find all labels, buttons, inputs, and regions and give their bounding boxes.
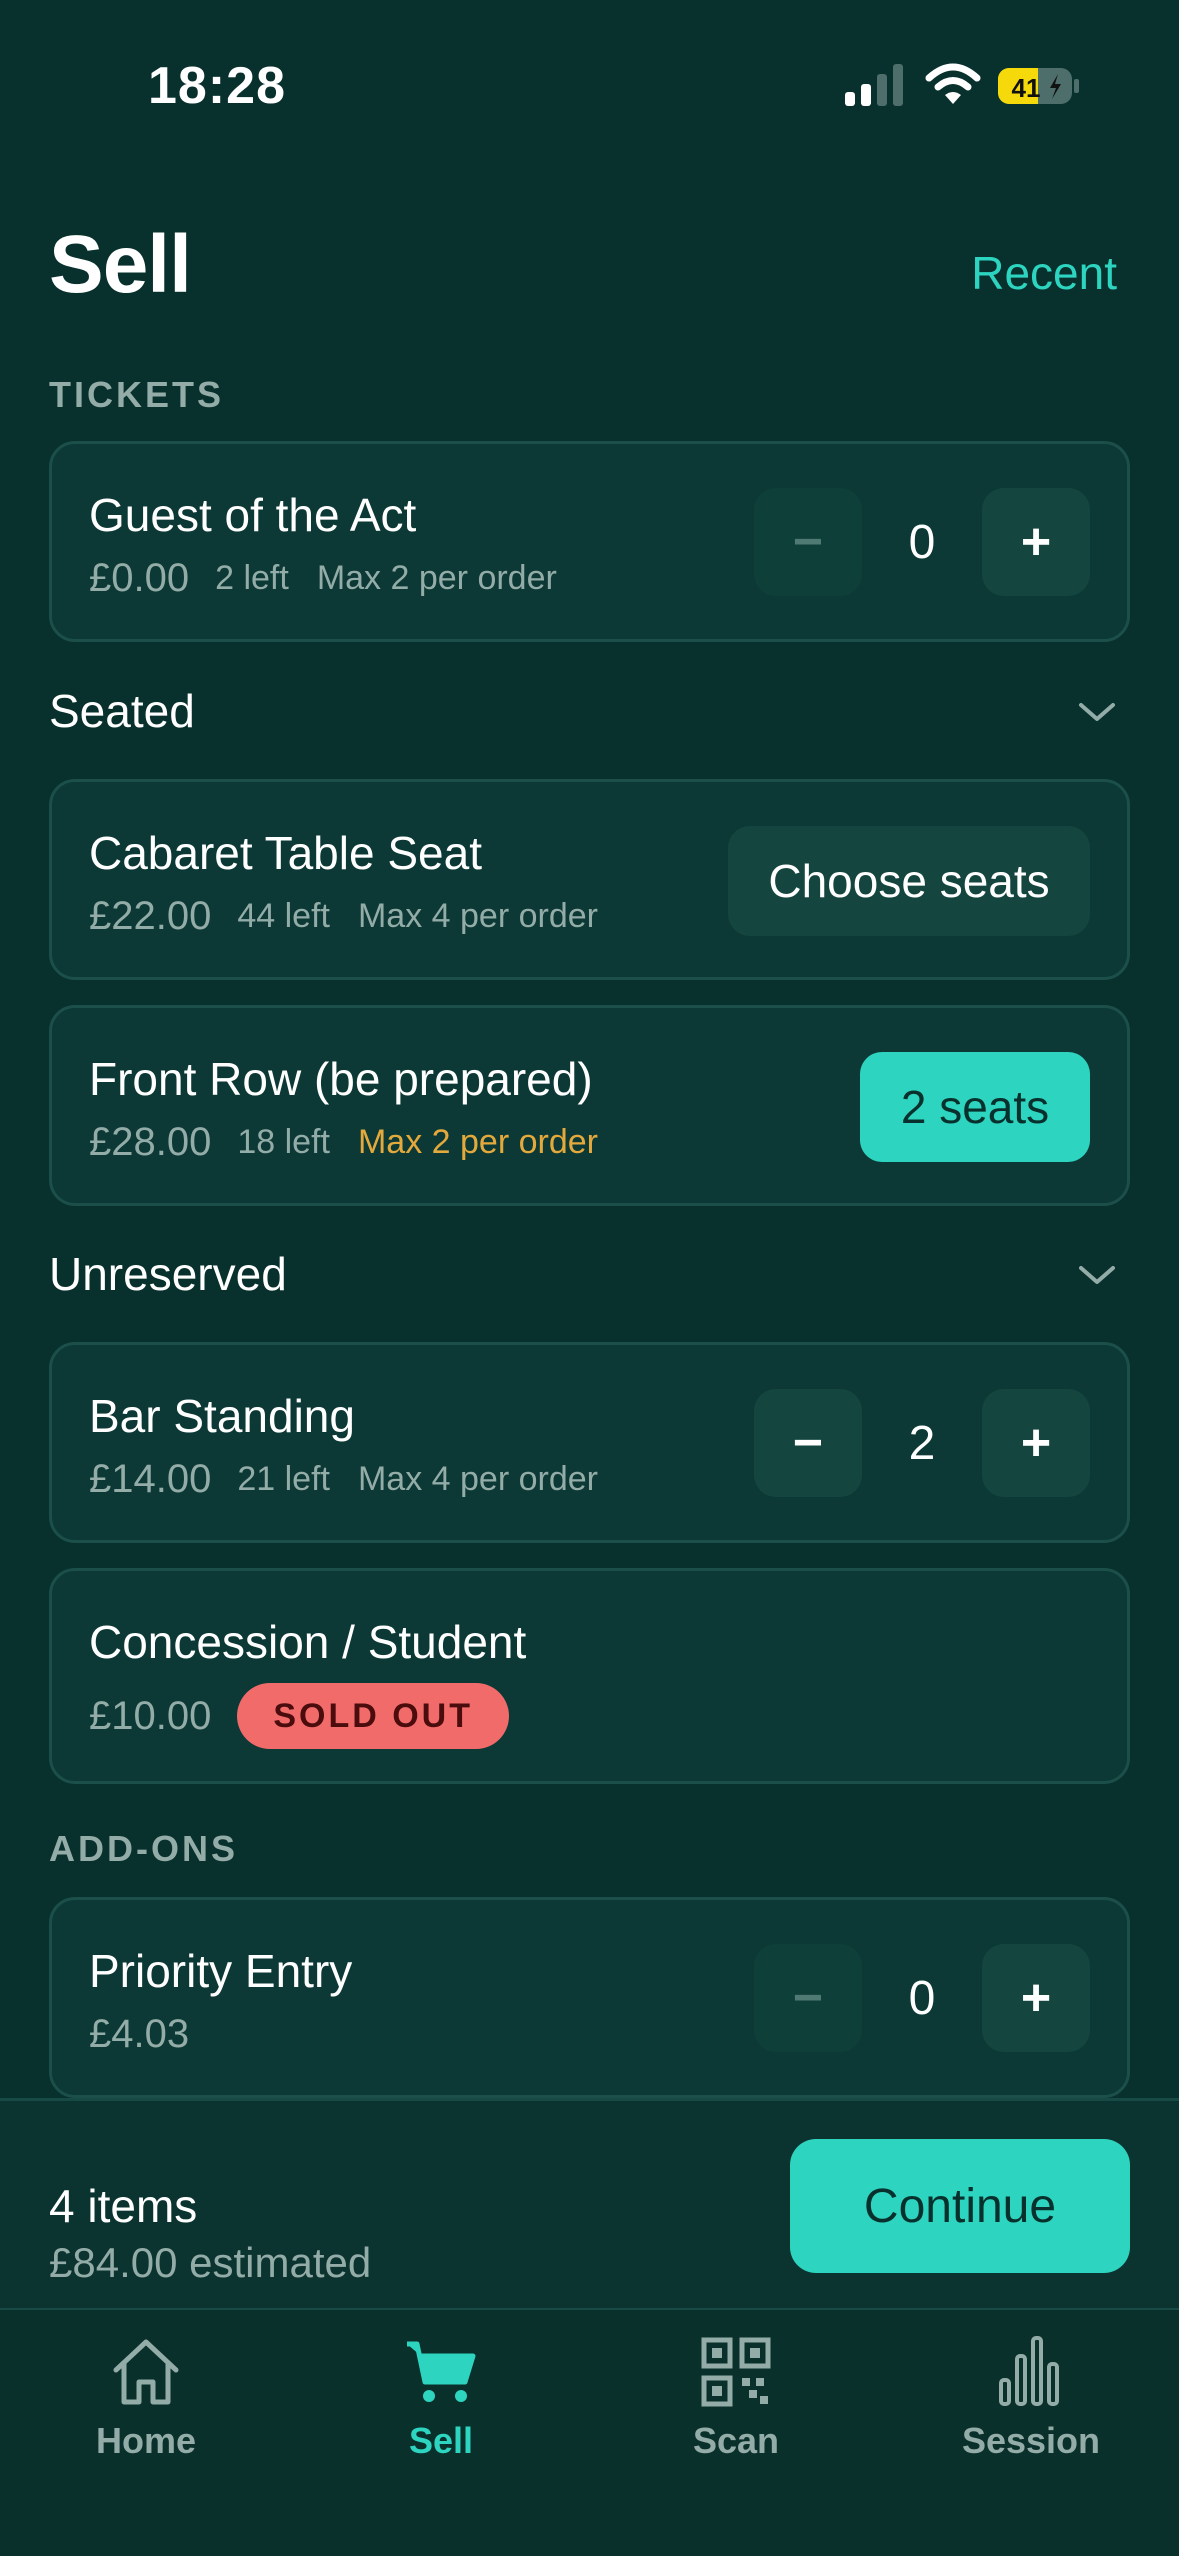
tab-session-label: Session: [961, 2420, 1101, 2461]
tab-bar: Home Sell Scan Session: [0, 2308, 1179, 2556]
ticket-remaining: 2 left: [215, 559, 289, 597]
tab-home-label: Home: [95, 2420, 197, 2461]
ticket-remaining: 18 left: [237, 1123, 330, 1161]
decrement-button[interactable]: −: [754, 1389, 862, 1497]
page-title: Sell: [49, 219, 192, 310]
addon-price: £4.03: [89, 2012, 190, 2056]
ticket-price: £14.00: [89, 1457, 212, 1501]
cart-estimated-total: £84.00 estimated: [49, 2239, 372, 2286]
ticket-meta: £14.00 21 left Max 4 per order: [89, 1457, 626, 1502]
ticket-price: £28.00: [89, 1120, 212, 1164]
ticket-max-per-order: Max 2 per order: [316, 559, 557, 597]
quantity-stepper: − 0 +: [754, 488, 1090, 596]
chevron-down-icon[interactable]: [1075, 1260, 1119, 1290]
ticket-name: Cabaret Table Seat: [89, 827, 482, 879]
ticket-name: Bar Standing: [89, 1390, 355, 1442]
ticket-card-bar-standing: Bar Standing £14.00 21 left Max 4 per or…: [49, 1342, 1130, 1543]
status-bar: 18:28 41: [0, 0, 1179, 170]
tab-home[interactable]: Home: [46, 2334, 246, 2484]
ticket-remaining: 21 left: [237, 1460, 330, 1498]
ticket-name: Guest of the Act: [89, 489, 417, 541]
choose-seats-button[interactable]: Choose seats: [728, 826, 1090, 936]
wifi-icon: [925, 63, 981, 104]
unreserved-group-title[interactable]: Unreserved: [49, 1247, 287, 1301]
addon-name: Priority Entry: [89, 1945, 353, 1997]
ticket-meta: £22.00 44 left Max 4 per order: [89, 894, 626, 939]
ticket-name: Front Row (be prepared): [89, 1053, 593, 1105]
battery-icon: 41: [998, 68, 1079, 104]
ticket-price: £0.00: [89, 556, 190, 600]
tab-sell-label: Sell: [408, 2420, 474, 2461]
cart-items-count: 4 items: [49, 2180, 198, 2232]
ticket-price: £10.00: [89, 1693, 212, 1738]
quantity-value: 0: [908, 515, 936, 569]
home-icon: [113, 2339, 179, 2405]
bar-chart-icon: [999, 2336, 1059, 2406]
quantity-stepper: − 2 +: [754, 1389, 1090, 1497]
decrement-button[interactable]: −: [754, 488, 862, 596]
checkout-bar: 4 items £84.00 estimated Continue: [0, 2098, 1179, 2308]
continue-button[interactable]: Continue: [790, 2139, 1130, 2273]
tab-scan-label: Scan: [692, 2420, 780, 2461]
status-time: 18:28: [148, 57, 286, 115]
increment-button[interactable]: +: [982, 1944, 1090, 2052]
addon-card-priority-entry: Priority Entry £4.03 − 0 +: [49, 1897, 1130, 2098]
cart-icon: [407, 2341, 476, 2402]
recent-button[interactable]: Recent: [971, 246, 1117, 300]
ticket-meta: £28.00 18 left Max 2 per order: [89, 1120, 626, 1165]
increment-button[interactable]: +: [982, 488, 1090, 596]
signal-icon: [845, 64, 903, 106]
ticket-meta: £10.00 SOLD OUT: [89, 1683, 510, 1749]
quantity-value: 0: [908, 1971, 936, 2025]
tab-scan[interactable]: Scan: [636, 2334, 836, 2484]
ticket-card-concession-student: Concession / Student £10.00 SOLD OUT: [49, 1568, 1130, 1784]
ticket-max-per-order: Max 4 per order: [357, 1460, 598, 1498]
ticket-max-per-order-warning: Max 2 per order: [357, 1123, 598, 1161]
decrement-button[interactable]: −: [754, 1944, 862, 2052]
ticket-price: £22.00: [89, 894, 212, 938]
tab-sell[interactable]: Sell: [341, 2334, 541, 2484]
section-tickets-label: TICKETS: [49, 374, 225, 415]
addon-meta: £4.03: [89, 2012, 215, 2057]
ticket-card-front-row: Front Row (be prepared) £28.00 18 left M…: [49, 1005, 1130, 1206]
chevron-down-icon[interactable]: [1075, 697, 1119, 727]
section-addons-label: ADD-ONS: [49, 1828, 238, 1869]
ticket-card-guest-of-the-act: Guest of the Act £0.00 2 left Max 2 per …: [49, 441, 1130, 642]
ticket-max-per-order: Max 4 per order: [357, 897, 598, 935]
selected-seats-button[interactable]: 2 seats: [860, 1052, 1090, 1162]
ticket-meta: £0.00 2 left Max 2 per order: [89, 556, 585, 601]
sold-out-badge: SOLD OUT: [237, 1683, 510, 1749]
ticket-card-cabaret-table-seat: Cabaret Table Seat £22.00 44 left Max 4 …: [49, 779, 1130, 980]
increment-button[interactable]: +: [982, 1389, 1090, 1497]
ticket-name: Concession / Student: [89, 1616, 527, 1668]
seated-group-title[interactable]: Seated: [49, 684, 195, 738]
qr-icon: [701, 2337, 771, 2407]
quantity-value: 2: [908, 1416, 936, 1470]
quantity-stepper: − 0 +: [754, 1944, 1090, 2052]
battery-level: 41: [1012, 73, 1041, 103]
tab-session[interactable]: Session: [931, 2334, 1131, 2484]
ticket-remaining: 44 left: [237, 897, 330, 935]
